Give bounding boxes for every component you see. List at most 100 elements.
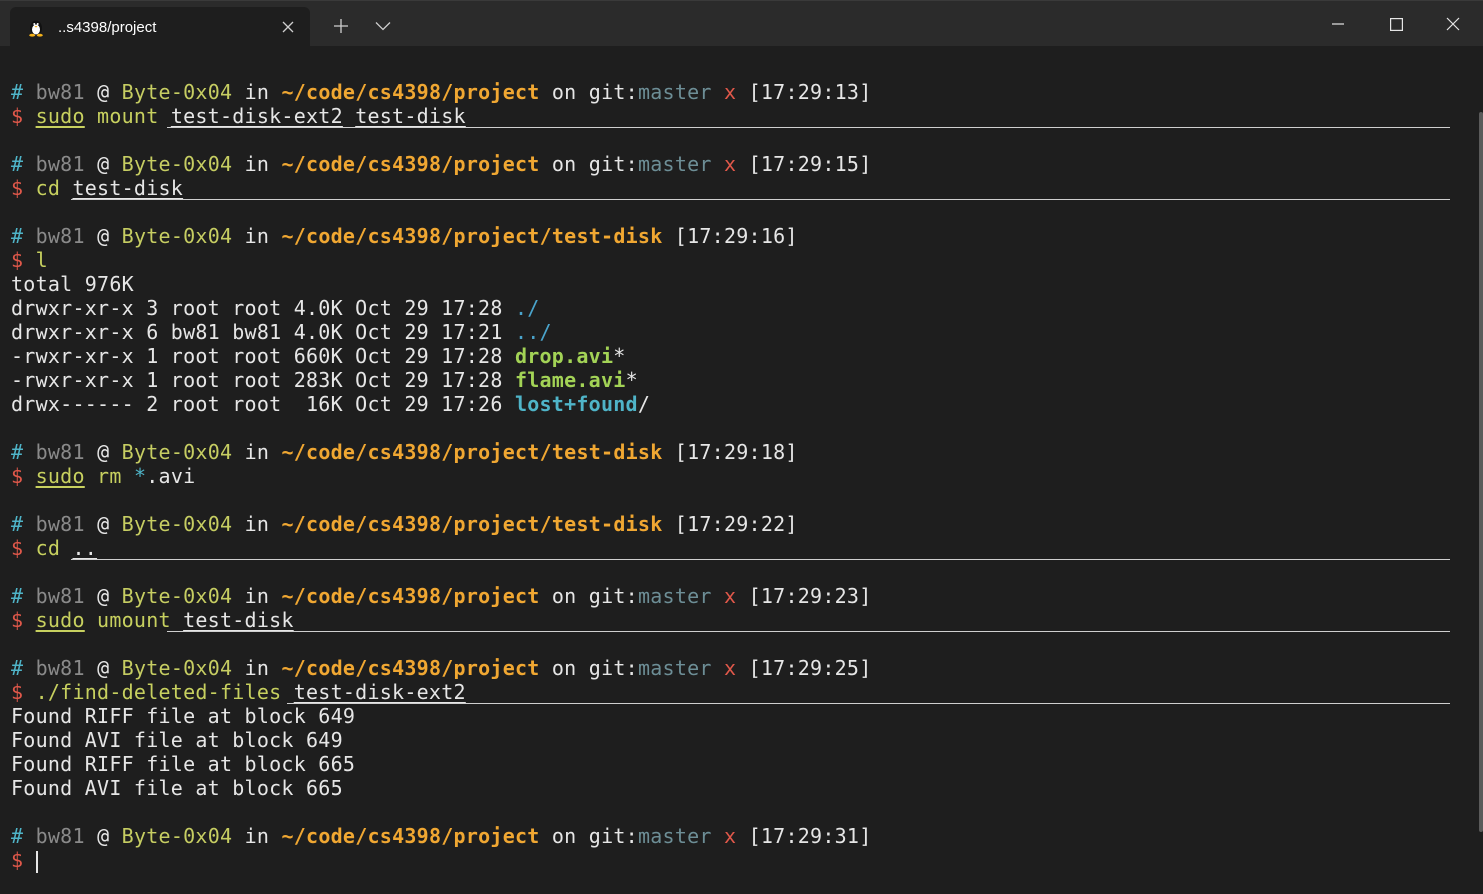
terminal-tab[interactable]: ..s4398/project	[10, 7, 310, 47]
output-segment: *	[613, 344, 626, 368]
prompt-time: [17:29:18]	[674, 440, 798, 464]
prompt-user: bw81	[35, 224, 85, 248]
command-line: $ ./find-deleted-files test-disk-ext2	[11, 680, 466, 704]
prompt-host: Byte-0x04	[121, 224, 233, 248]
prompt-user: bw81	[35, 440, 85, 464]
output-segment: Found RIFF file at block 649	[11, 704, 356, 728]
prompt-line: # bw81 @ Byte-0x04 in ~/code/cs4398/proj…	[11, 80, 872, 104]
prompt-line: # bw81 @ Byte-0x04 in ~/code/cs4398/proj…	[11, 656, 872, 680]
command-line: $	[11, 848, 38, 873]
prompt-host: Byte-0x04	[121, 656, 233, 680]
command-line: $ cd test-disk	[11, 176, 183, 200]
title-bar: ..s4398/project	[0, 0, 1483, 47]
command-segment: test-disk-ext2	[170, 104, 343, 128]
prompt-user: bw81	[35, 584, 85, 608]
prompt-branch: master	[637, 80, 712, 104]
command-rule	[167, 631, 1450, 632]
close-window-button[interactable]	[1433, 11, 1473, 37]
output-segment: -rwxr-xr-x 1 root root 660K Oct 29 17:28	[11, 344, 515, 368]
prompt-at: @	[97, 440, 110, 464]
command-segment: mount	[84, 104, 171, 128]
maximize-icon	[1389, 17, 1403, 31]
prompt-hash: #	[11, 80, 24, 104]
output-segment: flame.avi	[514, 368, 626, 392]
tab-close-button[interactable]	[278, 17, 298, 37]
command-segment: test-disk	[183, 608, 294, 632]
scrollbar[interactable]	[1479, 112, 1483, 832]
plus-icon	[334, 19, 348, 33]
prompt-host: Byte-0x04	[121, 440, 233, 464]
output-line: Found RIFF file at block 649	[11, 704, 355, 728]
prompt-host: Byte-0x04	[121, 824, 233, 848]
prompt-dollar: $	[11, 848, 24, 872]
prompt-hash: #	[11, 656, 24, 680]
prompt-line: # bw81 @ Byte-0x04 in ~/code/cs4398/proj…	[11, 152, 872, 176]
prompt-line: # bw81 @ Byte-0x04 in ~/code/cs4398/proj…	[11, 224, 798, 248]
prompt-at: @	[97, 824, 110, 848]
command-rule	[287, 703, 1450, 704]
output-segment: ../	[514, 320, 552, 344]
prompt-hash: #	[11, 824, 24, 848]
prompt-at: @	[97, 224, 110, 248]
output-line: -rwxr-xr-x 1 root root 283K Oct 29 17:28…	[11, 368, 638, 392]
output-segment: total 976K	[11, 272, 134, 296]
command-rule	[71, 199, 1450, 200]
prompt-in: in	[244, 824, 270, 848]
prompt-dollar: $	[11, 608, 24, 632]
prompt-branch: master	[637, 584, 712, 608]
command-line: $ sudo rm *.avi	[11, 464, 195, 488]
output-line: drwx------ 2 root root 16K Oct 29 17:26 …	[11, 392, 650, 416]
new-tab-button[interactable]	[330, 15, 352, 37]
prompt-path: ~/code/cs4398/project/test-disk	[281, 440, 663, 464]
tab-dropdown-button[interactable]	[372, 15, 394, 37]
prompt-git-label: git:	[588, 656, 638, 680]
prompt-path: ~/code/cs4398/project	[281, 824, 540, 848]
prompt-branch: master	[637, 824, 712, 848]
minimize-button[interactable]	[1318, 11, 1358, 37]
prompt-path: ~/code/cs4398/project/test-disk	[281, 224, 663, 248]
prompt-dollar: $	[11, 248, 24, 272]
prompt-dollar: $	[11, 464, 24, 488]
prompt-at: @	[97, 512, 110, 536]
output-segment: drwx------ 2 root root 16K Oct 29 17:26	[11, 392, 515, 416]
prompt-in: in	[244, 584, 270, 608]
terminal-output[interactable]: # bw81 @ Byte-0x04 in ~/code/cs4398/proj…	[0, 46, 1483, 894]
prompt-line: # bw81 @ Byte-0x04 in ~/code/cs4398/proj…	[11, 512, 798, 536]
output-segment: drwxr-xr-x 3 root root 4.0K Oct 29 17:28	[11, 296, 515, 320]
prompt-host: Byte-0x04	[121, 152, 233, 176]
prompt-git-label: git:	[588, 824, 638, 848]
prompt-hash: #	[11, 440, 24, 464]
prompt-user: bw81	[35, 656, 85, 680]
command-segment: *	[133, 464, 147, 488]
command-line: $ sudo umount test-disk	[11, 608, 294, 632]
prompt-git-label: git:	[588, 152, 638, 176]
command-segment: ./find-deleted-files	[35, 680, 294, 704]
maximize-button[interactable]	[1376, 11, 1416, 37]
